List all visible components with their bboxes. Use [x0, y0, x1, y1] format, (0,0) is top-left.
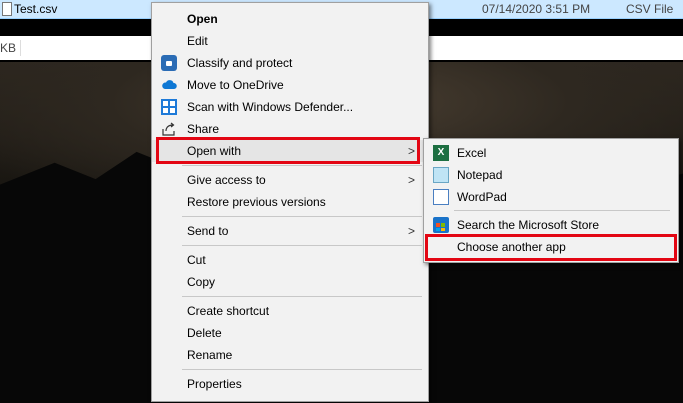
menu-item-label: Open [187, 12, 218, 26]
size-fragment: KB [0, 41, 17, 55]
context-menu: Open Edit Classify and protect Move to O… [151, 2, 429, 402]
defender-icon [161, 99, 177, 115]
menu-item-scan-defender[interactable]: Scan with Windows Defender... [152, 96, 428, 118]
menu-item-rename[interactable]: Rename [152, 344, 428, 366]
menu-item-label: Delete [187, 326, 222, 340]
column-divider [20, 40, 21, 56]
menu-separator [182, 216, 422, 217]
submenu-item-label: Search the Microsoft Store [457, 218, 600, 232]
submenu-item-wordpad[interactable]: WordPad [424, 186, 678, 208]
menu-item-label: Edit [187, 34, 208, 48]
menu-item-classify-protect[interactable]: Classify and protect [152, 52, 428, 74]
submenu-item-label: Notepad [457, 168, 503, 182]
lock-icon [161, 55, 177, 71]
menu-item-label: Share [187, 122, 220, 136]
share-icon [161, 121, 177, 137]
menu-item-give-access[interactable]: Give access to > [152, 169, 428, 191]
menu-item-label: Cut [187, 253, 206, 267]
menu-separator [182, 165, 422, 166]
menu-item-move-onedrive[interactable]: Move to OneDrive [152, 74, 428, 96]
menu-item-restore-versions[interactable]: Restore previous versions [152, 191, 428, 213]
store-icon [433, 217, 449, 233]
menu-item-send-to[interactable]: Send to > [152, 220, 428, 242]
menu-item-label: Classify and protect [187, 56, 293, 70]
submenu-item-store[interactable]: Search the Microsoft Store [424, 214, 678, 236]
menu-item-copy[interactable]: Copy [152, 271, 428, 293]
submenu-item-excel[interactable]: X Excel [424, 142, 678, 164]
menu-item-label: Properties [187, 377, 242, 391]
submenu-item-label: Excel [457, 146, 487, 160]
highlight-box-choose-another-app [425, 234, 677, 261]
menu-item-label: Move to OneDrive [187, 78, 284, 92]
menu-separator [182, 296, 422, 297]
file-date: 07/14/2020 3:51 PM [482, 2, 591, 16]
menu-item-label: Scan with Windows Defender... [187, 100, 354, 114]
menu-item-delete[interactable]: Delete [152, 322, 428, 344]
menu-item-properties[interactable]: Properties [152, 373, 428, 395]
onedrive-icon [161, 77, 177, 93]
notepad-icon [433, 167, 449, 183]
submenu-item-label: WordPad [457, 190, 507, 204]
menu-item-label: Send to [187, 224, 229, 238]
file-type: CSV File [626, 2, 674, 16]
menu-separator [182, 369, 422, 370]
menu-item-open[interactable]: Open [152, 8, 428, 30]
menu-item-edit[interactable]: Edit [152, 30, 428, 52]
file-name: Test.csv [14, 2, 58, 16]
submenu-separator [454, 210, 670, 211]
menu-item-label: Copy [187, 275, 216, 289]
submenu-item-notepad[interactable]: Notepad [424, 164, 678, 186]
chevron-right-icon: > [408, 224, 416, 238]
highlight-box-open-with [156, 137, 420, 164]
csv-file-icon [2, 2, 12, 16]
wordpad-icon [433, 189, 449, 205]
menu-item-cut[interactable]: Cut [152, 249, 428, 271]
menu-item-create-shortcut[interactable]: Create shortcut [152, 300, 428, 322]
menu-item-label: Give access to [187, 173, 266, 187]
menu-item-label: Create shortcut [187, 304, 270, 318]
chevron-right-icon: > [408, 173, 416, 187]
excel-icon: X [433, 145, 449, 161]
menu-separator [182, 245, 422, 246]
menu-item-label: Restore previous versions [187, 195, 326, 209]
menu-item-label: Rename [187, 348, 233, 362]
